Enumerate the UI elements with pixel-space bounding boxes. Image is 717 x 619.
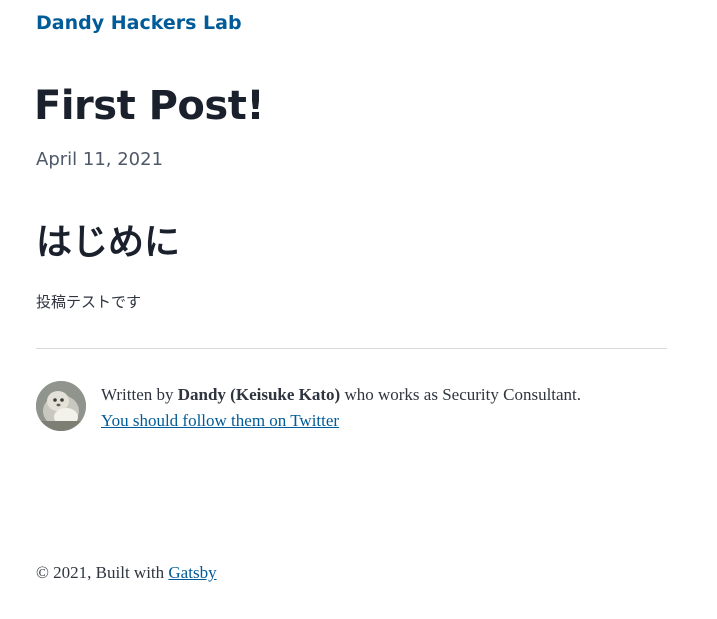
bio-prefix: Written by — [101, 385, 178, 404]
post-date: April 11, 2021 — [36, 149, 164, 170]
bio-text: Written by Dandy (Keisuke Kato) who work… — [101, 382, 676, 434]
author-avatar-icon — [36, 381, 86, 431]
footer-copyright: © 2021, Built with — [36, 563, 169, 582]
bio-suffix: who works as Security Consultant. — [340, 385, 582, 404]
gatsby-link[interactable]: Gatsby — [168, 563, 216, 582]
post-title: First Post! — [34, 83, 265, 129]
author-bio: Written by Dandy (Keisuke Kato) who work… — [36, 380, 676, 436]
divider — [36, 348, 667, 349]
author-name: Dandy (Keisuke Kato) — [177, 385, 341, 404]
section-heading: はじめに — [36, 222, 181, 263]
site-title-link[interactable]: Dandy Hackers Lab — [36, 10, 242, 36]
twitter-follow-link[interactable]: You should follow them on Twitter — [101, 411, 339, 430]
avatar — [36, 381, 86, 431]
footer: © 2021, Built with Gatsby — [36, 560, 217, 586]
post-body-text: 投稿テストです — [36, 293, 142, 311]
